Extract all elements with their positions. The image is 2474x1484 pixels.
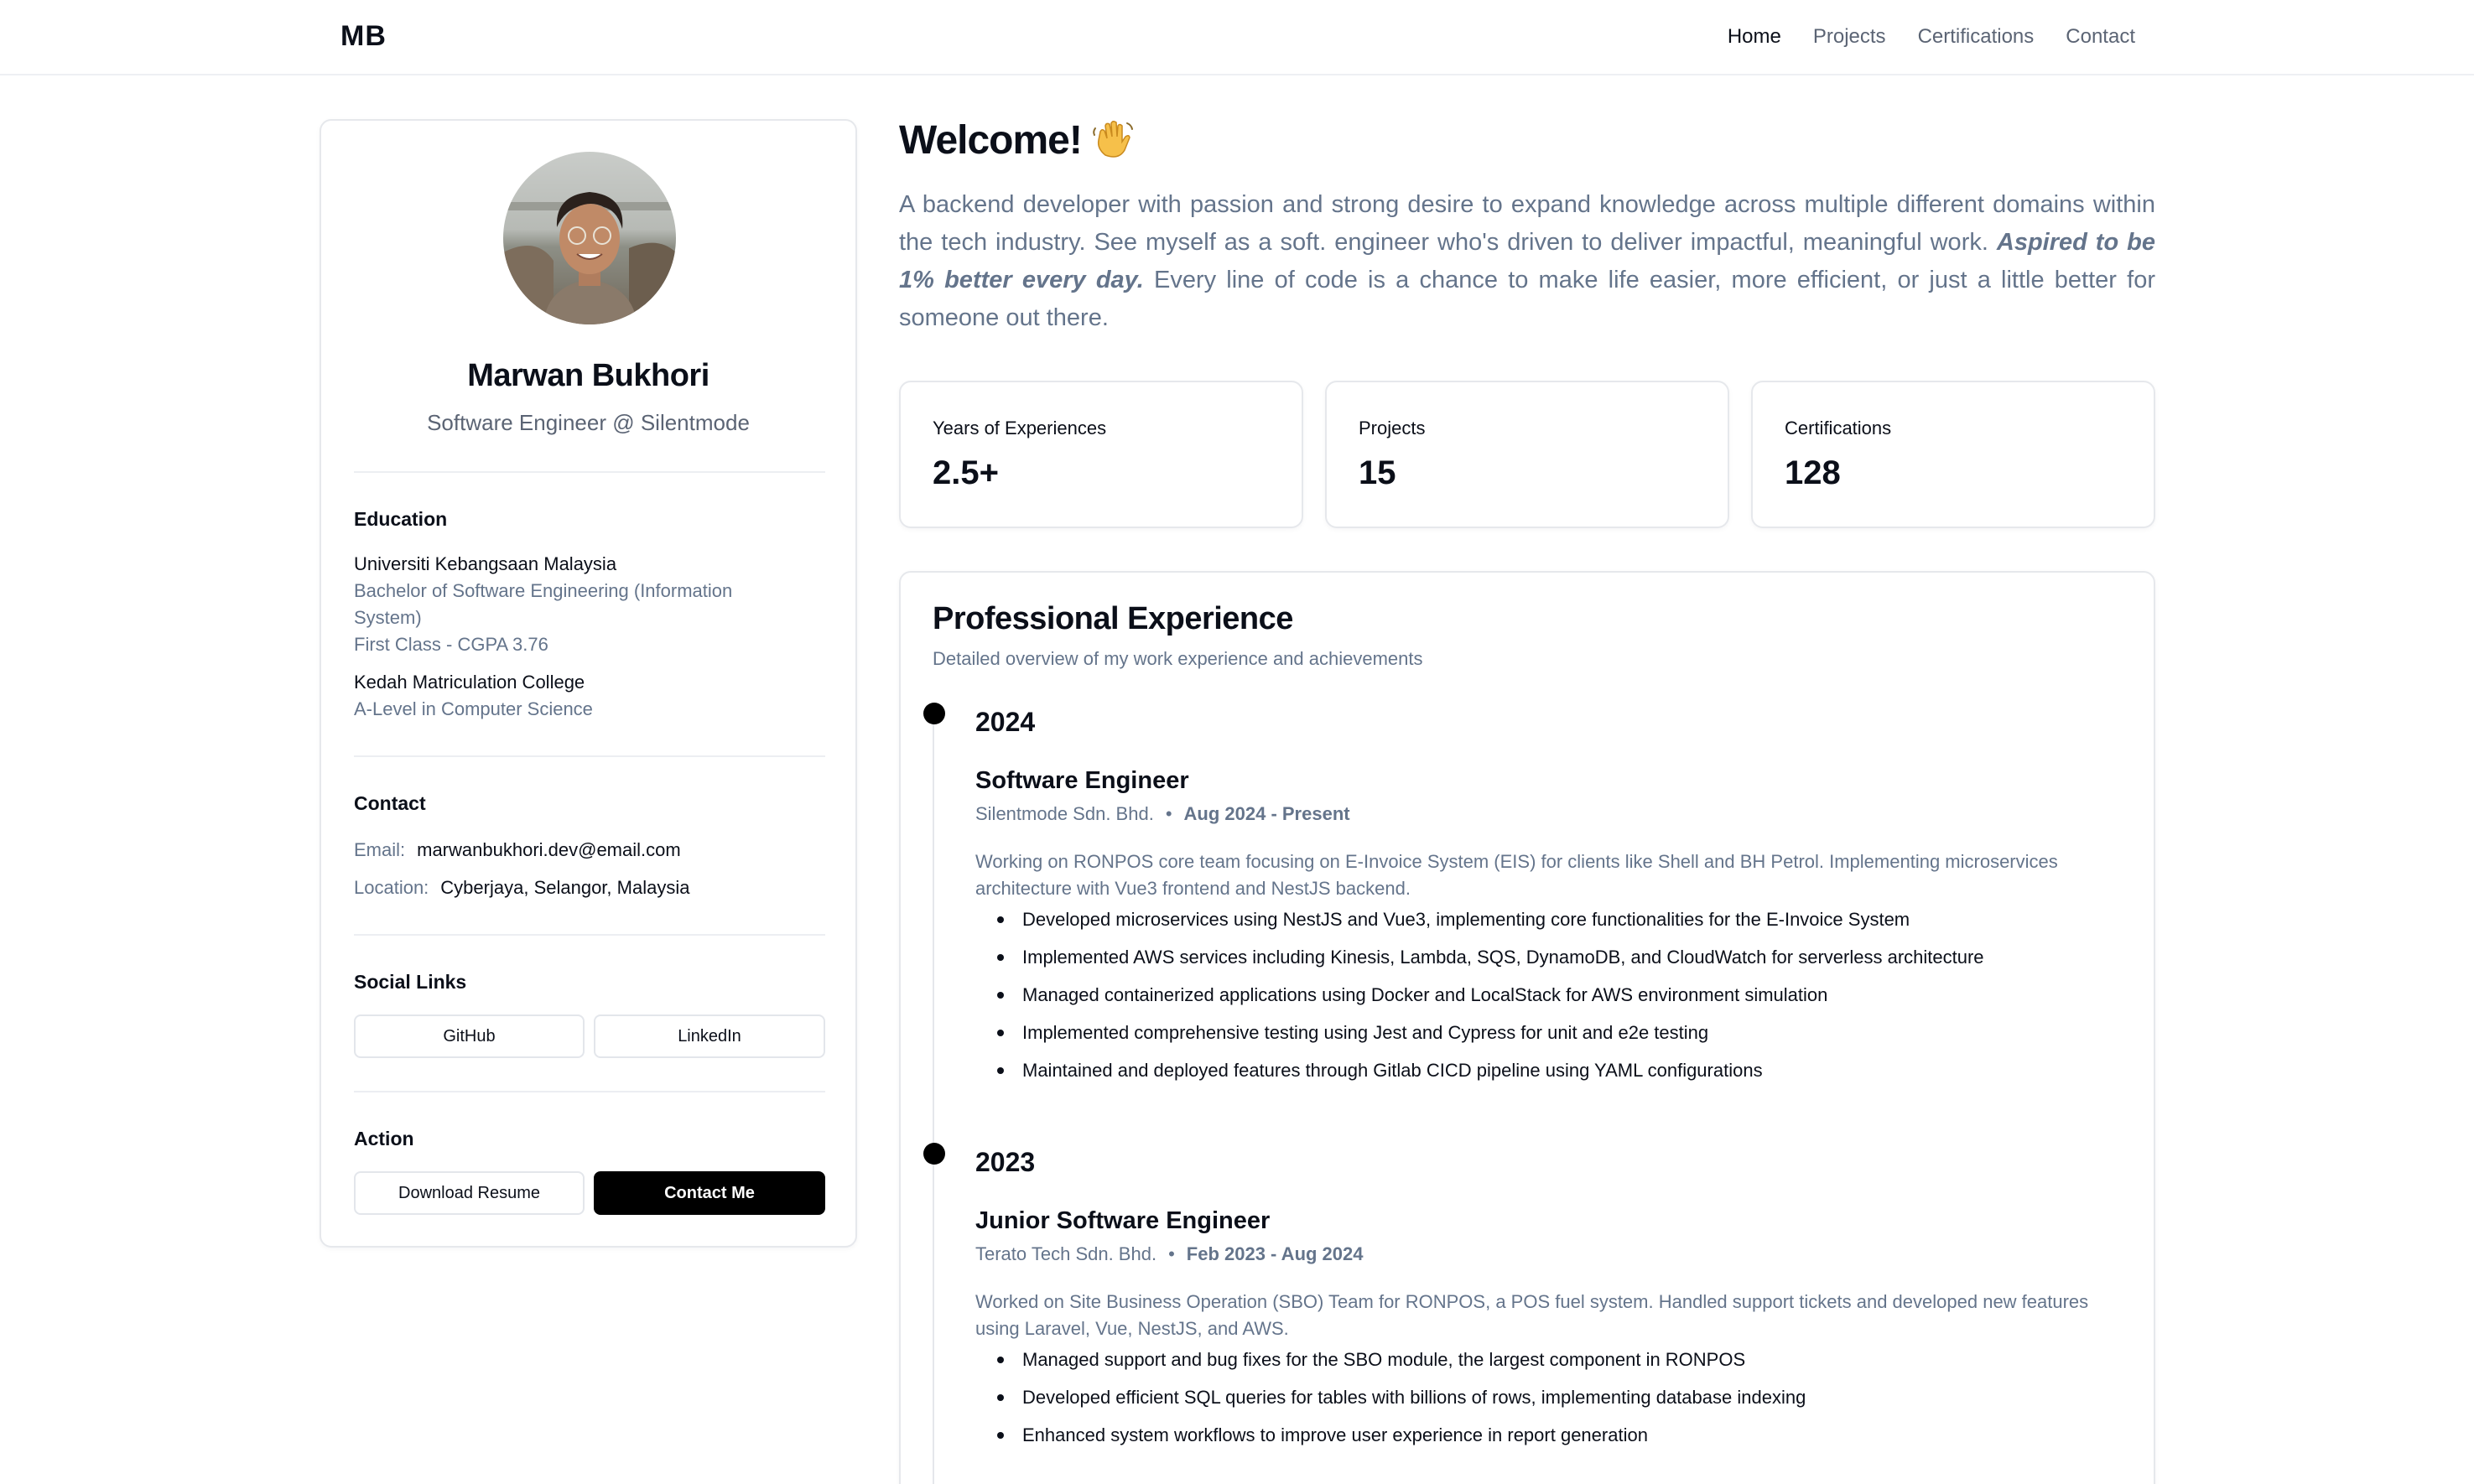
achievement-list: Developed microservices using NestJS and… — [975, 900, 2116, 1089]
company-name: Terato Tech Sdn. Bhd. — [975, 1243, 1157, 1264]
stat-card-certifications: Certifications 128 — [1751, 381, 2155, 528]
stat-card-projects: Projects 15 — [1325, 381, 1729, 528]
welcome-heading: Welcome! — [899, 117, 1136, 163]
job-meta: Terato Tech Sdn. Bhd. • Feb 2023 - Aug 2… — [975, 1243, 1364, 1265]
location-value: Cyberjaya, Selangor, Malaysia — [440, 877, 690, 898]
stat-label: Projects — [1359, 418, 1426, 438]
contact-me-button[interactable]: Contact Me — [594, 1171, 825, 1215]
stat-label: Years of Experiences — [933, 418, 1107, 438]
divider — [354, 1091, 825, 1092]
nav-contact-link[interactable]: Contact — [2066, 25, 2135, 49]
list-item: Implemented comprehensive testing using … — [975, 1014, 2116, 1051]
top-navbar: MB Home Projects Certifications Contact — [0, 0, 2474, 75]
profile-card: Marwan Bukhori Software Engineer @ Silen… — [320, 119, 857, 1248]
education-title: Education — [354, 508, 448, 530]
contact-location-row: Location: Cyberjaya, Selangor, Malaysia — [354, 877, 689, 899]
experience-subtitle: Detailed overview of my work experience … — [933, 648, 1423, 669]
job-description: Working on RONPOS core team focusing on … — [975, 851, 2058, 899]
main-nav: Home Projects Certifications Contact — [1728, 25, 2135, 49]
waving-hand-icon — [1093, 120, 1133, 158]
stat-value: 2.5+ — [933, 454, 999, 491]
intro-text-1: A backend developer with passion and str… — [899, 191, 2155, 256]
stat-label: Certifications — [1785, 418, 1892, 438]
profile-role: Software Engineer @ Silentmode — [427, 410, 750, 435]
education-program-ukm-cont: System) — [354, 607, 422, 628]
job-period: Feb 2023 - Aug 2024 — [1186, 1243, 1364, 1264]
list-item: Implemented AWS services including Kines… — [975, 938, 2116, 976]
divider — [354, 934, 825, 936]
location-label: Location: — [354, 877, 429, 898]
avatar — [503, 152, 676, 324]
education-program-kmc: A-Level in Computer Science — [354, 698, 593, 719]
nav-certifications-link[interactable]: Certifications — [1918, 25, 2035, 49]
stat-card-experience: Years of Experiences 2.5+ — [899, 381, 1303, 528]
list-item: Developed efficient SQL queries for tabl… — [975, 1378, 2116, 1416]
download-resume-button[interactable]: Download Resume — [354, 1171, 585, 1215]
job-period: Aug 2024 - Present — [1183, 803, 1350, 824]
stat-value: 15 — [1359, 454, 1396, 491]
education-grade-ukm: First Class - CGPA 3.76 — [354, 634, 548, 655]
timeline-year: 2023 — [975, 1147, 1036, 1177]
email-label: Email: — [354, 839, 406, 860]
list-item: Maintained and deployed features through… — [975, 1051, 2116, 1089]
contact-title: Contact — [354, 792, 426, 814]
timeline-dot — [923, 1143, 945, 1165]
list-item: Developed microservices using NestJS and… — [975, 900, 2116, 938]
email-value[interactable]: marwanbukhori.dev@email.com — [417, 839, 681, 861]
timeline-year: 2024 — [975, 707, 1036, 737]
job-title: Junior Software Engineer — [975, 1207, 1271, 1234]
nav-projects-link[interactable]: Projects — [1813, 25, 1886, 49]
achievement-list: Managed support and bug fixes for the SB… — [975, 1341, 2116, 1454]
company-name: Silentmode Sdn. Bhd. — [975, 803, 1154, 824]
timeline-dot — [923, 703, 945, 724]
profile-name: Marwan Bukhori — [467, 358, 709, 393]
education-institution-kmc: Kedah Matriculation College — [354, 672, 585, 693]
welcome-text: Welcome! — [899, 118, 1083, 163]
intro-paragraph: A backend developer with passion and str… — [899, 186, 2155, 337]
job-description: Worked on Site Business Operation (SBO) … — [975, 1291, 2089, 1339]
education-institution-ukm: Universiti Kebangsaan Malaysia — [354, 553, 617, 574]
experience-title: Professional Experience — [933, 601, 1293, 636]
list-item: Managed containerized applications using… — [975, 976, 2116, 1014]
site-logo[interactable]: MB — [340, 20, 387, 53]
job-title: Software Engineer — [975, 767, 1189, 794]
social-links-title: Social Links — [354, 971, 467, 993]
divider — [354, 471, 825, 473]
education-program-ukm: Bachelor of Software Engineering (Inform… — [354, 580, 733, 601]
meta-separator: • — [1165, 803, 1172, 824]
professional-experience-card: Professional Experience Detailed overvie… — [899, 571, 2155, 1484]
stat-value: 128 — [1785, 454, 1841, 491]
meta-separator: • — [1168, 1243, 1175, 1264]
linkedin-button[interactable]: LinkedIn — [594, 1014, 825, 1058]
avatar-photo — [503, 152, 676, 324]
divider — [354, 755, 825, 757]
github-button[interactable]: GitHub — [354, 1014, 585, 1058]
action-title: Action — [354, 1128, 414, 1149]
contact-email-row: Email: marwanbukhori.dev@email.com — [354, 839, 681, 861]
timeline-line — [933, 717, 934, 1484]
nav-home-link[interactable]: Home — [1728, 25, 1781, 49]
job-meta: Silentmode Sdn. Bhd. • Aug 2024 - Presen… — [975, 803, 1350, 825]
list-item: Enhanced system workflows to improve use… — [975, 1416, 2116, 1454]
list-item: Managed support and bug fixes for the SB… — [975, 1341, 2116, 1378]
